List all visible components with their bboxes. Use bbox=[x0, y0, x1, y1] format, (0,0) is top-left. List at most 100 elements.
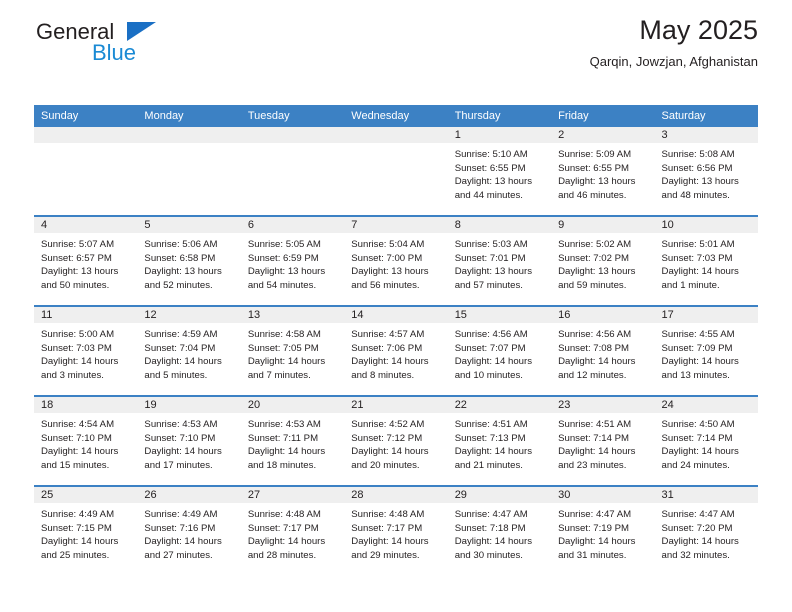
day-cell-inner: 19 Sunrise: 4:53 AM Sunset: 7:10 PM Dayligh… bbox=[137, 397, 241, 485]
day-number: 17 bbox=[654, 307, 758, 323]
calendar-day-cell[interactable]: 7 Sunrise: 5:04 AM Sunset: 7:00 PM Daylight… bbox=[344, 215, 448, 306]
day-number: 27 bbox=[240, 487, 345, 503]
brand-logo[interactable]: General Blue bbox=[34, 20, 254, 72]
day-details: Sunrise: 5:09 AM Sunset: 6:55 PM Daylight:… bbox=[551, 143, 654, 202]
calendar-day-cell[interactable]: 9 Sunrise: 5:02 AM Sunset: 7:02 PM Daylight… bbox=[551, 215, 655, 306]
sunrise-text: Sunrise: 4:51 AM bbox=[558, 419, 632, 430]
calendar-day-cell[interactable]: 8 Sunrise: 5:03 AM Sunset: 7:01 PM Daylight… bbox=[447, 215, 552, 306]
calendar-day-cell[interactable]: 22 Sunrise: 4:51 AM Sunset: 7:13 PM Dayligh… bbox=[447, 395, 552, 486]
day-details: Sunrise: 4:55 AM Sunset: 7:09 PM Daylight:… bbox=[655, 323, 758, 382]
calendar-day-cell[interactable]: 26 Sunrise: 4:49 AM Sunset: 7:16 PM Dayligh… bbox=[137, 485, 241, 575]
calendar-day-cell[interactable]: 27 Sunrise: 4:48 AM Sunset: 7:17 PM Dayligh… bbox=[240, 485, 345, 575]
calendar-day-cell[interactable]: 11 Sunrise: 5:00 AM Sunset: 7:03 PM Dayligh… bbox=[34, 305, 138, 396]
daylight-text-line1: Daylight: 14 hours bbox=[661, 356, 739, 367]
calendar-day-cell[interactable]: 16 Sunrise: 4:56 AM Sunset: 7:08 PM Dayligh… bbox=[551, 305, 655, 396]
calendar-day-cell[interactable]: 14 Sunrise: 4:57 AM Sunset: 7:06 PM Dayligh… bbox=[344, 305, 448, 396]
sunrise-text: Sunrise: 4:55 AM bbox=[661, 329, 735, 340]
daylight-text-line2: and 21 minutes. bbox=[454, 459, 523, 471]
day-details: Sunrise: 4:49 AM Sunset: 7:16 PM Daylight:… bbox=[137, 503, 240, 562]
day-number bbox=[344, 127, 448, 143]
day-number: 22 bbox=[447, 397, 552, 413]
calendar-day-cell[interactable]: 30 Sunrise: 4:47 AM Sunset: 7:19 PM Dayligh… bbox=[551, 485, 655, 575]
sunrise-text: Sunrise: 4:59 AM bbox=[144, 329, 218, 340]
sunset-text: Sunset: 7:03 PM bbox=[41, 342, 112, 354]
sunset-text: Sunset: 7:01 PM bbox=[454, 252, 526, 264]
calendar-body: 1 Sunrise: 5:10 AM Sunset: 6:55 PM Daylight… bbox=[34, 127, 758, 575]
daylight-text-line2: and 23 minutes. bbox=[558, 459, 627, 471]
weekday-header-saturday: Saturday bbox=[654, 105, 758, 127]
daylight-text-line1: Daylight: 14 hours bbox=[144, 536, 222, 547]
day-details: Sunrise: 5:03 AM Sunset: 7:01 PM Daylight:… bbox=[448, 233, 551, 292]
daylight-text-line2: and 59 minutes. bbox=[558, 279, 627, 291]
daylight-text-line1: Daylight: 14 hours bbox=[351, 446, 429, 457]
calendar-page: General Blue May 2025 Qarqin, Jowzjan, A… bbox=[0, 0, 792, 612]
day-details: Sunrise: 4:48 AM Sunset: 7:17 PM Daylight:… bbox=[344, 503, 447, 562]
daylight-text-line1: Daylight: 13 hours bbox=[558, 266, 636, 277]
calendar-day-cell[interactable]: 6 Sunrise: 5:05 AM Sunset: 6:59 PM Daylight… bbox=[240, 215, 345, 306]
day-details: Sunrise: 5:05 AM Sunset: 6:59 PM Daylight:… bbox=[241, 233, 344, 292]
calendar-day-cell[interactable]: 2 Sunrise: 5:09 AM Sunset: 6:55 PM Daylight… bbox=[551, 127, 655, 216]
calendar-day-cell[interactable]: 18 Sunrise: 4:54 AM Sunset: 7:10 PM Dayligh… bbox=[34, 395, 138, 486]
day-details: Sunrise: 4:57 AM Sunset: 7:06 PM Daylight:… bbox=[344, 323, 447, 382]
calendar-day-cell[interactable]: 15 Sunrise: 4:56 AM Sunset: 7:07 PM Dayligh… bbox=[447, 305, 552, 396]
sunset-text: Sunset: 6:55 PM bbox=[558, 162, 630, 174]
daylight-text-line1: Daylight: 14 hours bbox=[558, 446, 636, 457]
day-details: Sunrise: 4:51 AM Sunset: 7:13 PM Daylight:… bbox=[448, 413, 551, 472]
calendar-day-cell[interactable]: 19 Sunrise: 4:53 AM Sunset: 7:10 PM Dayligh… bbox=[137, 395, 241, 486]
day-number: 14 bbox=[344, 307, 448, 323]
calendar-day-cell[interactable]: 24 Sunrise: 4:50 AM Sunset: 7:14 PM Dayligh… bbox=[654, 395, 758, 486]
day-cell-inner: 20 Sunrise: 4:53 AM Sunset: 7:11 PM Dayligh… bbox=[240, 397, 345, 485]
day-details: Sunrise: 5:10 AM Sunset: 6:55 PM Daylight:… bbox=[448, 143, 551, 202]
sunrise-text: Sunrise: 4:47 AM bbox=[454, 509, 528, 520]
sunrise-text: Sunrise: 4:49 AM bbox=[144, 509, 218, 520]
daylight-text-line2: and 3 minutes. bbox=[41, 369, 104, 381]
sunset-text: Sunset: 6:57 PM bbox=[41, 252, 112, 264]
sunset-text: Sunset: 7:12 PM bbox=[351, 432, 423, 444]
day-number: 6 bbox=[240, 217, 345, 233]
sunset-text: Sunset: 7:02 PM bbox=[558, 252, 630, 264]
calendar-day-cell[interactable]: 29 Sunrise: 4:47 AM Sunset: 7:18 PM Dayligh… bbox=[447, 485, 552, 575]
daylight-text-line2: and 17 minutes. bbox=[144, 459, 213, 471]
calendar-day-cell[interactable]: 13 Sunrise: 4:58 AM Sunset: 7:05 PM Dayligh… bbox=[240, 305, 345, 396]
sunrise-text: Sunrise: 4:57 AM bbox=[351, 329, 425, 340]
day-number: 28 bbox=[344, 487, 448, 503]
day-number: 10 bbox=[654, 217, 758, 233]
calendar-day-cell[interactable]: 1 Sunrise: 5:10 AM Sunset: 6:55 PM Daylight… bbox=[447, 127, 552, 216]
daylight-text-line2: and 10 minutes. bbox=[454, 369, 523, 381]
daylight-text-line1: Daylight: 14 hours bbox=[144, 446, 222, 457]
day-details: Sunrise: 4:50 AM Sunset: 7:14 PM Daylight:… bbox=[655, 413, 758, 472]
day-number: 23 bbox=[551, 397, 655, 413]
sunset-text: Sunset: 7:09 PM bbox=[661, 342, 733, 354]
daylight-text-line2: and 56 minutes. bbox=[351, 279, 420, 291]
page-header: General Blue May 2025 Qarqin, Jowzjan, A… bbox=[34, 0, 758, 72]
weekday-header-friday: Friday bbox=[551, 105, 655, 127]
calendar-day-cell[interactable]: 3 Sunrise: 5:08 AM Sunset: 6:56 PM Daylight… bbox=[654, 127, 758, 216]
daylight-text-line1: Daylight: 13 hours bbox=[661, 176, 739, 187]
calendar-day-cell[interactable]: 12 Sunrise: 4:59 AM Sunset: 7:04 PM Dayligh… bbox=[137, 305, 241, 396]
calendar-day-cell[interactable]: 31 Sunrise: 4:47 AM Sunset: 7:20 PM Dayligh… bbox=[654, 485, 758, 575]
daylight-text-line1: Daylight: 14 hours bbox=[454, 536, 533, 547]
daylight-text-line1: Daylight: 13 hours bbox=[454, 176, 533, 187]
sunrise-text: Sunrise: 4:51 AM bbox=[454, 419, 528, 430]
sunset-text: Sunset: 7:17 PM bbox=[247, 522, 319, 534]
daylight-text-line2: and 52 minutes. bbox=[144, 279, 213, 291]
calendar-day-cell[interactable]: 23 Sunrise: 4:51 AM Sunset: 7:14 PM Dayligh… bbox=[551, 395, 655, 486]
calendar-day-cell[interactable]: 21 Sunrise: 4:52 AM Sunset: 7:12 PM Dayligh… bbox=[344, 395, 448, 486]
calendar-day-cell[interactable]: 25 Sunrise: 4:49 AM Sunset: 7:15 PM Dayligh… bbox=[34, 485, 138, 575]
day-number: 29 bbox=[447, 487, 552, 503]
calendar-day-cell[interactable]: 4 Sunrise: 5:07 AM Sunset: 6:57 PM Daylight… bbox=[34, 215, 138, 306]
daylight-text-line2: and 27 minutes. bbox=[144, 549, 213, 561]
weekday-header-wednesday: Wednesday bbox=[344, 105, 448, 127]
daylight-text-line2: and 5 minutes. bbox=[144, 369, 208, 381]
daylight-text-line1: Daylight: 14 hours bbox=[144, 356, 222, 367]
calendar-day-cell[interactable]: 17 Sunrise: 4:55 AM Sunset: 7:09 PM Dayligh… bbox=[654, 305, 758, 396]
calendar-day-cell[interactable]: 20 Sunrise: 4:53 AM Sunset: 7:11 PM Dayligh… bbox=[240, 395, 345, 486]
calendar-day-cell[interactable]: 28 Sunrise: 4:48 AM Sunset: 7:17 PM Dayligh… bbox=[344, 485, 448, 575]
day-number: 19 bbox=[137, 397, 241, 413]
day-number bbox=[34, 127, 138, 143]
daylight-text-line2: and 20 minutes. bbox=[351, 459, 420, 471]
calendar-day-cell[interactable]: 10 Sunrise: 5:01 AM Sunset: 7:03 PM Dayligh… bbox=[654, 215, 758, 306]
day-number: 5 bbox=[137, 217, 241, 233]
calendar-day-cell[interactable]: 5 Sunrise: 5:06 AM Sunset: 6:58 PM Daylight… bbox=[137, 215, 241, 306]
day-cell-inner: 10 Sunrise: 5:01 AM Sunset: 7:03 PM Dayligh… bbox=[654, 217, 758, 305]
